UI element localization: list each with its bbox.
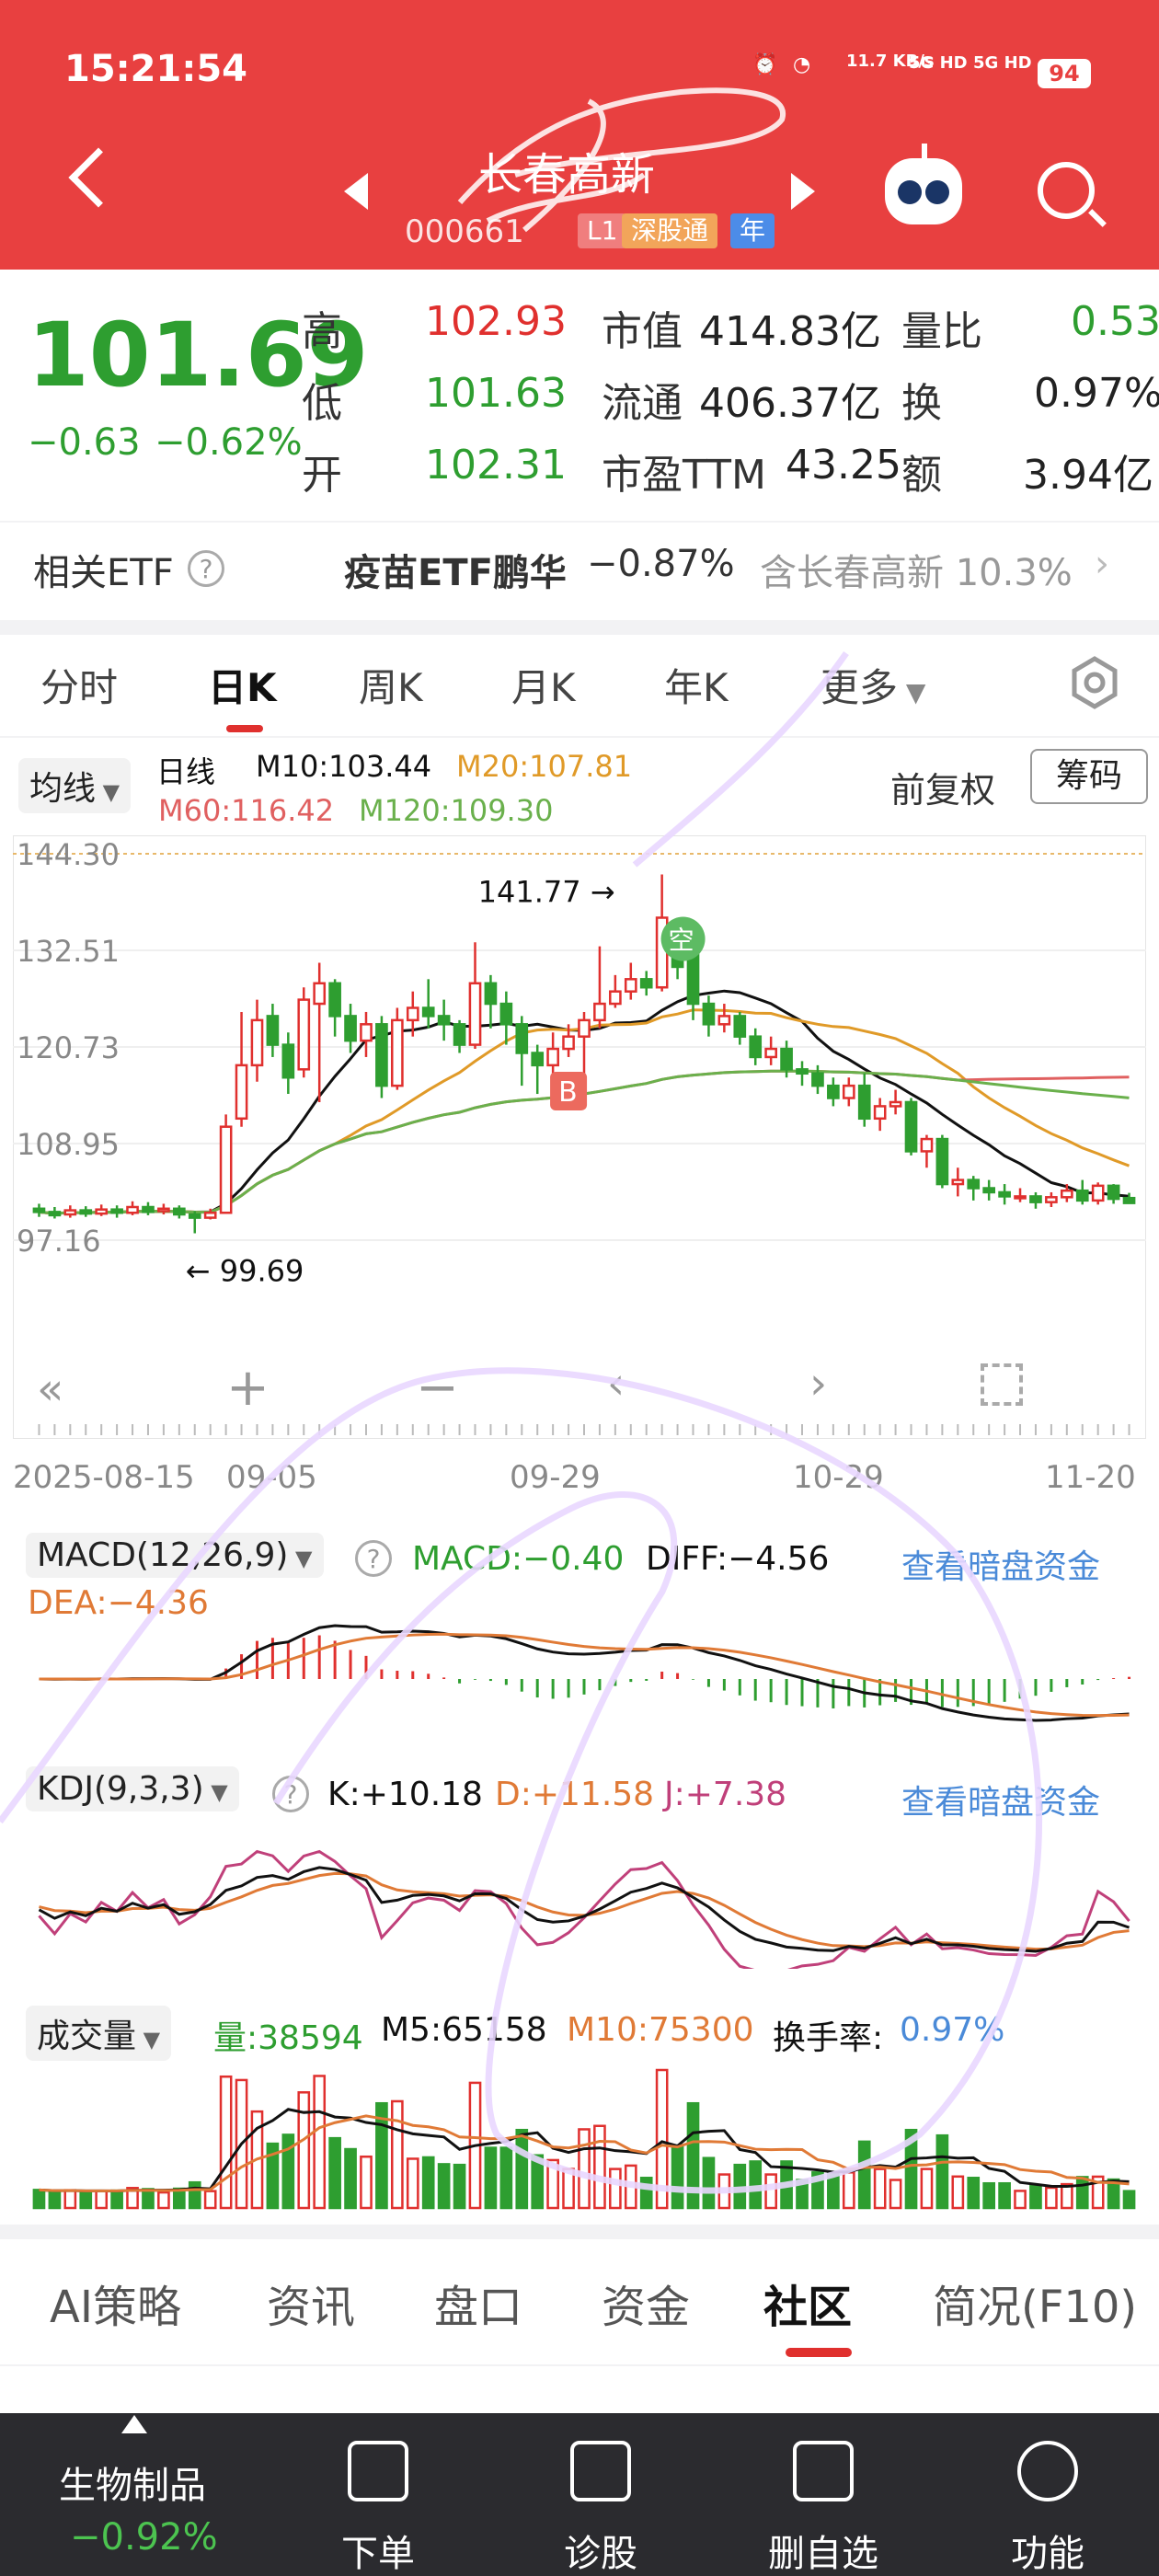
etf-label: 相关ETF bbox=[33, 552, 174, 594]
amount-value: 3.94亿 bbox=[1023, 452, 1153, 499]
tab-orderbook[interactable]: 盘口 bbox=[434, 2271, 522, 2335]
divider bbox=[0, 521, 1159, 523]
footer-bar: 生物制品 −0.92% 下单 诊股 删自选 功能 bbox=[0, 2413, 1159, 2576]
etf-pct: −0.87% bbox=[587, 543, 735, 585]
etf-name[interactable]: 疫苗ETF鹏华 bbox=[344, 543, 567, 596]
sector-pct: −0.92% bbox=[70, 2516, 218, 2559]
battery-icon: 94 bbox=[1038, 59, 1091, 88]
active-tab-indicator bbox=[786, 2348, 852, 2357]
volratio-label: 量比 bbox=[901, 308, 982, 355]
mktcap-value: 414.83亿 bbox=[699, 308, 881, 355]
high-value: 102.93 bbox=[425, 298, 567, 345]
float-value: 406.37亿 bbox=[699, 380, 881, 427]
search-icon[interactable] bbox=[1038, 162, 1095, 219]
low-value: 101.63 bbox=[425, 370, 567, 417]
etf-holding: 含长春高新 10.3% bbox=[760, 552, 1073, 594]
diagnose-icon[interactable] bbox=[570, 2441, 631, 2501]
tab-funds[interactable]: 资金 bbox=[602, 2271, 690, 2335]
turnover-label: 换 bbox=[901, 380, 942, 427]
prev-stock-icon[interactable] bbox=[344, 173, 368, 210]
open-value: 102.31 bbox=[425, 442, 567, 489]
tab-profile[interactable]: 简况(F10) bbox=[933, 2271, 1137, 2335]
amount-label: 额 bbox=[901, 452, 942, 499]
divider bbox=[0, 2364, 1159, 2366]
chevron-right-icon[interactable]: › bbox=[1095, 543, 1109, 585]
footer-order[interactable]: 下单 bbox=[309, 2524, 447, 2576]
scribble-overlay bbox=[457, 87, 786, 233]
help-icon[interactable]: ? bbox=[188, 550, 224, 587]
menu-icon[interactable] bbox=[1017, 2441, 1078, 2501]
status-time: 15:21:54 bbox=[64, 48, 247, 90]
mktcap-label: 市值 bbox=[602, 308, 683, 355]
footer-remove-watchlist[interactable]: 删自选 bbox=[754, 2524, 892, 2576]
tab-news[interactable]: 资讯 bbox=[267, 2271, 355, 2335]
signal-2: 5G HD bbox=[973, 53, 1032, 73]
float-label: 流通 bbox=[602, 380, 683, 427]
footer-functions[interactable]: 功能 bbox=[979, 2524, 1117, 2576]
back-icon[interactable] bbox=[68, 147, 129, 208]
order-icon[interactable] bbox=[348, 2441, 408, 2501]
high-label: 高 bbox=[302, 308, 342, 355]
pe-label: 市盈TTM bbox=[602, 452, 766, 499]
price-change-pct: −0.62% bbox=[155, 421, 303, 464]
ai-robot-icon[interactable] bbox=[885, 144, 962, 224]
turnover-value: 0.97% bbox=[1034, 370, 1159, 417]
tab-ai-strategy[interactable]: AI策略 bbox=[50, 2271, 181, 2335]
low-label: 低 bbox=[302, 380, 342, 427]
footer-diagnose[interactable]: 诊股 bbox=[532, 2524, 670, 2576]
divider bbox=[0, 2225, 1159, 2239]
volratio-value: 0.53 bbox=[1071, 298, 1159, 345]
pe-value: 43.25 bbox=[786, 442, 901, 489]
sector-name[interactable]: 生物制品 bbox=[59, 2455, 206, 2509]
signal-1: 5G HD bbox=[909, 53, 968, 73]
expand-up-icon[interactable] bbox=[121, 2415, 147, 2433]
stock-header: 15:21:54 ⏰ ◔ 11.7 KB/s 5G HD 5G HD 94 长春… bbox=[0, 0, 1159, 270]
remove-watchlist-icon[interactable] bbox=[793, 2441, 854, 2501]
price-change: −0.63 bbox=[28, 421, 141, 464]
open-label: 开 bbox=[302, 452, 342, 499]
scribble-overlay bbox=[0, 650, 1043, 2194]
tab-community[interactable]: 社区 bbox=[763, 2271, 852, 2335]
